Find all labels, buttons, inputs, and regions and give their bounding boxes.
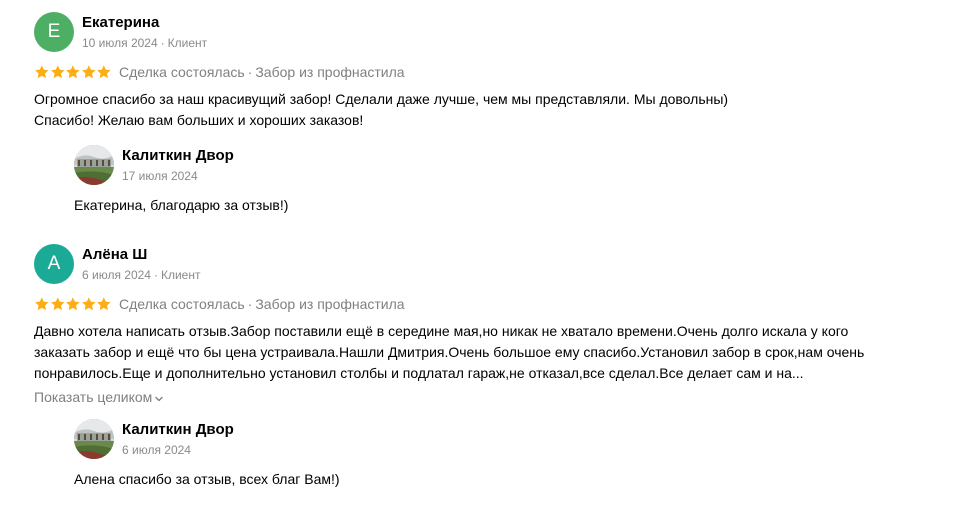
deal-service: Забор из профнастила xyxy=(255,64,405,80)
author-role: Клиент xyxy=(160,268,201,282)
deal-separator: · xyxy=(247,64,253,80)
business-avatar[interactable] xyxy=(74,145,114,185)
star-icon xyxy=(50,65,65,79)
deal-info: Сделка состоялась · Забор из профнастила xyxy=(119,295,405,313)
author-block: Алёна Ш 6 июля 2024 · Клиент xyxy=(82,244,200,283)
star-icon xyxy=(35,297,49,311)
deal-status: Сделка состоялась xyxy=(118,296,245,312)
reply-header: Калиткин Двор 6 июля 2024 xyxy=(74,419,964,459)
review-text: Огромное спасибо за наш красивущий забор… xyxy=(34,89,964,131)
avatar-initial: Е xyxy=(47,21,61,42)
rating-row: Сделка состоялась · Забор из профнастила xyxy=(34,63,964,81)
review-text-line: Спасибо! Желаю вам больших и хороших зак… xyxy=(34,112,364,128)
author-role: Клиент xyxy=(167,36,208,50)
star-rating xyxy=(34,64,112,80)
star-rating xyxy=(34,296,112,312)
author-name[interactable]: Екатерина xyxy=(82,14,207,32)
review-text-line: заказать забор и ещё что бы цена устраив… xyxy=(34,344,865,360)
deal-separator: · xyxy=(247,296,253,312)
reply-date: 17 июля 2024 xyxy=(122,169,198,183)
reply-text: Екатерина, благодарю за отзыв!) xyxy=(74,197,289,213)
star-icon xyxy=(97,297,111,311)
star-icon xyxy=(66,297,80,311)
deal-service: Забор из профнастила xyxy=(255,296,405,312)
deal-info: Сделка состоялась · Забор из профнастила xyxy=(119,63,405,81)
review-text-line: Огромное спасибо за наш красивущий забор… xyxy=(34,91,729,107)
author-block: Екатерина 10 июля 2024 · Клиент xyxy=(82,12,207,51)
business-avatar[interactable] xyxy=(74,419,114,459)
review-header: А Алёна Ш 6 июля 2024 · Клиент xyxy=(34,244,964,284)
business-name[interactable]: Калиткин Двор xyxy=(122,421,234,439)
review-date: 10 июля 2024 xyxy=(82,36,158,50)
business-logo-image xyxy=(74,419,114,459)
reply-date: 6 июля 2024 xyxy=(122,443,191,457)
review-meta: 10 июля 2024 · Клиент xyxy=(82,35,207,51)
review-text-line: понравилось.Еще и дополнительно установи… xyxy=(34,365,804,381)
star-icon xyxy=(97,65,111,79)
business-name[interactable]: Калиткин Двор xyxy=(122,147,234,165)
review-card: Е Екатерина 10 июля 2024 · Клиент Сделка с… xyxy=(34,12,964,215)
star-icon xyxy=(81,297,96,311)
avatar-initial: А xyxy=(47,253,61,274)
star-icon xyxy=(66,65,80,79)
meta-separator: · xyxy=(160,36,165,50)
show-more-button[interactable]: Показать целиком xyxy=(34,388,164,406)
seller-reply: Калиткин Двор 17 июля 2024 Екатерина, бл… xyxy=(74,145,964,215)
meta-separator: · xyxy=(153,268,158,282)
reply-author-block: Калиткин Двор 17 июля 2024 xyxy=(122,145,234,184)
star-icon xyxy=(50,297,65,311)
avatar[interactable]: Е xyxy=(34,12,74,52)
show-more-label: Показать целиком xyxy=(34,389,153,405)
review-text-line: Давно хотела написать отзыв.Забор постав… xyxy=(34,323,849,339)
review-card: А Алёна Ш 6 июля 2024 · Клиент Сделка сост… xyxy=(34,244,964,489)
reply-header: Калиткин Двор 17 июля 2024 xyxy=(74,145,964,185)
star-icon xyxy=(35,65,49,79)
deal-status: Сделка состоялась xyxy=(118,64,245,80)
business-logo-image xyxy=(74,145,114,185)
review-meta: 6 июля 2024 · Клиент xyxy=(82,267,200,283)
rating-row: Сделка состоялась · Забор из профнастила xyxy=(34,295,964,313)
author-name[interactable]: Алёна Ш xyxy=(82,246,200,264)
review-header: Е Екатерина 10 июля 2024 · Клиент xyxy=(34,12,964,52)
chevron-down-icon xyxy=(155,396,163,401)
seller-reply: Калиткин Двор 6 июля 2024 Алена спасибо … xyxy=(74,419,964,489)
avatar[interactable]: А xyxy=(34,244,74,284)
review-text: Давно хотела написать отзыв.Забор постав… xyxy=(34,321,964,384)
reply-author-block: Калиткин Двор 6 июля 2024 xyxy=(122,419,234,458)
reply-text: Алена спасибо за отзыв, всех благ Вам!) xyxy=(74,471,340,487)
review-date: 6 июля 2024 xyxy=(82,268,151,282)
star-icon xyxy=(81,65,96,79)
